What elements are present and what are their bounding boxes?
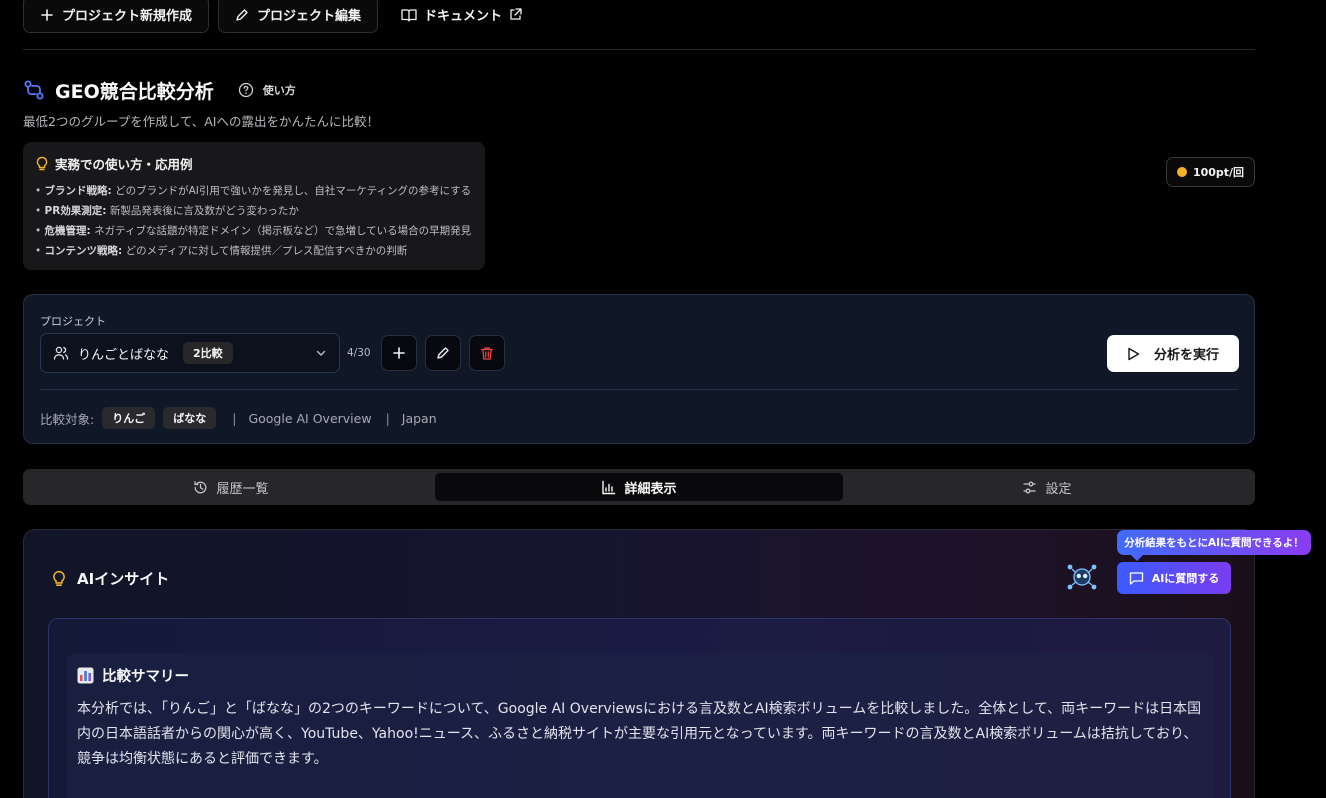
book-open-icon	[401, 8, 417, 22]
tab-history-label: 履歴一覧	[216, 481, 269, 497]
compare-count-badge: 2比較	[183, 342, 233, 364]
separator: |	[385, 410, 390, 426]
toolbar-divider	[23, 49, 1255, 50]
page-header: GEO競合比較分析 使い方	[23, 76, 296, 104]
add-project-button[interactable]	[381, 335, 417, 371]
target-chip: ばなな	[163, 407, 217, 429]
pencil-icon	[236, 8, 248, 21]
summary-container: 比較サマリー 本分析では、「りんご」と「ばなな」の2つのキーワードについて、Go…	[48, 618, 1231, 798]
ai-insight-panel: AIインサイト 分析結果をもとにAIに質問できるよ！ AIに質問する 比較サマリ…	[23, 529, 1311, 798]
summary-text: 本分析では、「りんご」と「ばなな」の2つのキーワードについて、Google AI…	[77, 701, 1202, 767]
tab-details-label: 詳細表示	[624, 481, 677, 497]
run-analysis-button[interactable]: 分析を実行	[1107, 335, 1239, 372]
ask-ai-button[interactable]: AIに質問する	[1117, 562, 1231, 594]
compare-targets: 比較対象: りんご ばなな | Google AI Overview | Jap…	[40, 407, 437, 429]
project-divider	[40, 389, 1238, 390]
message-square-icon	[1129, 572, 1143, 585]
sliders-icon	[1023, 481, 1037, 493]
chevron-down-icon	[316, 350, 326, 356]
target-chip: りんご	[102, 407, 156, 429]
history-icon	[194, 480, 207, 493]
trash-icon	[480, 346, 494, 360]
git-compare-icon	[24, 80, 44, 100]
pencil-icon	[437, 347, 449, 359]
tips-list: • ブランド戦略: どのブランドがAI引用で強いかを発見し、自社マーケティングの…	[35, 181, 473, 261]
tips-title: 実務での使い方・応用例	[55, 157, 193, 172]
lightbulb-icon	[36, 156, 48, 170]
usage-tips-card: 実務での使い方・応用例 • ブランド戦略: どのブランドがAI引用で強いかを発見…	[23, 142, 485, 270]
plus-icon	[41, 8, 53, 21]
project-card: プロジェクト りんごとばなな 2比較 4/30 分析を実行 比較対象: りんご …	[23, 294, 1255, 444]
run-analysis-label: 分析を実行	[1153, 348, 1219, 363]
tab-settings[interactable]: 設定	[843, 473, 1251, 501]
external-link-icon	[510, 8, 522, 20]
robot-icon	[1065, 562, 1099, 592]
edit-project-button[interactable]: プロジェクト編集	[218, 0, 379, 33]
project-name: りんごとばなな	[78, 347, 170, 363]
play-icon	[1128, 347, 1140, 360]
top-toolbar: プロジェクト新規作成 プロジェクト編集 ドキュメント	[23, 0, 536, 33]
edit-project-icon-button[interactable]	[425, 335, 461, 371]
help-label: 使い方	[262, 84, 296, 97]
tips-item: • コンテンツ戦略: どのメディアに対して情報提供／プレス配信すべきかの判断	[35, 245, 408, 257]
project-label: プロジェクト	[40, 315, 106, 328]
delete-project-button[interactable]	[469, 335, 505, 371]
ask-ai-tooltip: 分析結果をもとにAIに質問できるよ！	[1117, 530, 1311, 561]
summary-card: 比較サマリー 本分析では、「りんご」と「ばなな」の2つのキーワードについて、Go…	[67, 653, 1214, 798]
new-project-button[interactable]: プロジェクト新規作成	[23, 0, 210, 33]
docs-label: ドキュメント	[424, 9, 503, 24]
bar-chart-icon	[602, 480, 616, 494]
compare-label: 比較対象:	[40, 411, 95, 427]
insight-header: AIインサイト	[51, 568, 169, 589]
tab-settings-label: 設定	[1045, 481, 1072, 497]
tips-item: • 危機管理: ネガティブな話題が特定ドメイン（掲示板など）で急増している場合の…	[35, 225, 472, 237]
tips-header: 実務での使い方・応用例	[35, 154, 473, 173]
tips-item: • ブランド戦略: どのブランドがAI引用で強いかを発見し、自社マーケティングの…	[35, 185, 472, 197]
summary-title: 比較サマリー	[102, 669, 189, 685]
tab-details[interactable]: 詳細表示	[435, 473, 843, 501]
cost-badge: 100pt/回	[1166, 157, 1255, 187]
lightbulb-icon	[53, 570, 65, 586]
page-title: GEO競合比較分析	[55, 80, 214, 103]
separator: |	[232, 410, 237, 426]
page-subtitle: 最低2つのグループを作成して、AIへの露出をかんたんに比較！	[23, 114, 379, 129]
new-project-label: プロジェクト新規作成	[62, 9, 193, 24]
cost-label: 100pt/回	[1192, 166, 1245, 179]
project-count: 4/30	[347, 347, 371, 359]
insight-title: AIインサイト	[77, 570, 170, 588]
region-label: Japan	[401, 410, 437, 426]
help-circle-icon	[238, 82, 253, 98]
chart-emoji-icon	[77, 667, 94, 684]
help-link[interactable]: 使い方	[238, 82, 296, 98]
engine-label: Google AI Overview	[248, 410, 372, 426]
coin-icon	[1176, 167, 1187, 177]
view-tabs: 履歴一覧 詳細表示 設定	[23, 469, 1255, 505]
project-select[interactable]: りんごとばなな 2比較	[40, 333, 340, 373]
docs-link[interactable]: ドキュメント	[387, 0, 536, 33]
summary-header: 比較サマリー	[77, 665, 189, 686]
tab-history[interactable]: 履歴一覧	[27, 473, 435, 501]
ask-ai-label: AIに質問する	[1151, 572, 1220, 585]
users-icon	[53, 346, 69, 360]
tips-item: • PR効果測定: 新製品発表後に言及数がどう変わったか	[35, 205, 299, 217]
edit-project-label: プロジェクト編集	[257, 9, 362, 24]
plus-icon	[393, 347, 405, 359]
